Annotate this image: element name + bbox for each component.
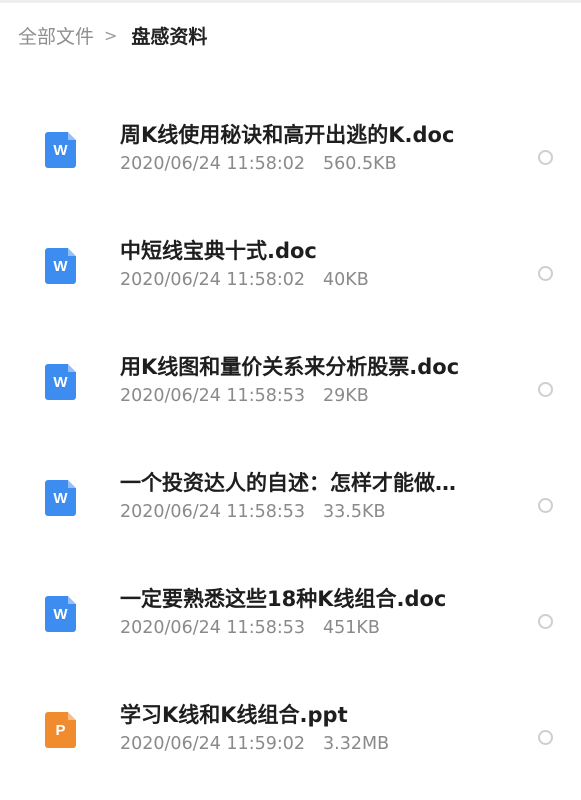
- file-date: 2020/06/24 11:58:53: [120, 618, 306, 638]
- file-name: 学习K线和K线组合.ppt: [120, 703, 348, 727]
- select-radio[interactable]: [538, 730, 553, 745]
- file-row[interactable]: P 学习K线和K线组合.ppt 2020/06/24 11:59:02 3.32M…: [0, 658, 581, 774]
- file-size: 3.32MB: [323, 734, 390, 754]
- file-meta: 2020/06/24 11:58:02 40KB: [120, 270, 369, 290]
- file-row[interactable]: W 周K线使用秘诀和高开出逃的K.doc 2020/06/24 11:58:02…: [0, 78, 581, 194]
- word-doc-icon: W: [45, 132, 76, 168]
- file-size: 40KB: [323, 270, 369, 290]
- file-name: 周K线使用秘诀和高开出逃的K.doc: [120, 123, 455, 147]
- word-doc-icon: W: [45, 480, 76, 516]
- select-radio[interactable]: [538, 266, 553, 281]
- file-date: 2020/06/24 11:58:02: [120, 270, 306, 290]
- select-radio[interactable]: [538, 498, 553, 513]
- top-divider: [0, 0, 581, 3]
- file-name: 一定要熟悉这些18种K线组合.doc: [120, 587, 447, 611]
- breadcrumb: 全部文件 > 盘感资料: [18, 20, 207, 50]
- file-meta: 2020/06/24 11:58:53 451KB: [120, 618, 380, 638]
- word-doc-icon: W: [45, 248, 76, 284]
- file-meta: 2020/06/24 11:58:53 33.5KB: [120, 502, 385, 522]
- word-doc-icon: W: [45, 364, 76, 400]
- file-row[interactable]: W 用K线图和量价关系来分析股票.doc 2020/06/24 11:58:53…: [0, 310, 581, 426]
- file-meta: 2020/06/24 11:59:02 3.32MB: [120, 734, 389, 754]
- breadcrumb-separator-icon: >: [104, 25, 118, 45]
- file-meta: 2020/06/24 11:58:02 560.5KB: [120, 154, 397, 174]
- file-name: 中短线宝典十式.doc: [120, 239, 317, 263]
- select-radio[interactable]: [538, 150, 553, 165]
- file-row[interactable]: W 中短线宝典十式.doc 2020/06/24 11:58:02 40KB: [0, 194, 581, 310]
- select-radio[interactable]: [538, 382, 553, 397]
- file-size: 29KB: [323, 386, 369, 406]
- file-list: W 周K线使用秘诀和高开出逃的K.doc 2020/06/24 11:58:02…: [0, 78, 581, 774]
- select-radio[interactable]: [538, 614, 553, 629]
- file-date: 2020/06/24 11:58:53: [120, 386, 306, 406]
- file-date: 2020/06/24 11:58:02: [120, 154, 306, 174]
- powerpoint-icon: P: [45, 712, 76, 748]
- file-meta: 2020/06/24 11:58:53 29KB: [120, 386, 369, 406]
- file-size: 451KB: [323, 618, 380, 638]
- file-size: 33.5KB: [323, 502, 386, 522]
- file-name: 用K线图和量价关系来分析股票.doc: [120, 355, 460, 379]
- breadcrumb-root-link[interactable]: 全部文件: [18, 22, 94, 49]
- file-date: 2020/06/24 11:58:53: [120, 502, 306, 522]
- file-date: 2020/06/24 11:59:02: [120, 734, 306, 754]
- breadcrumb-current-folder: 盘感资料: [131, 25, 208, 48]
- word-doc-icon: W: [45, 596, 76, 632]
- file-row[interactable]: W 一定要熟悉这些18种K线组合.doc 2020/06/24 11:58:53…: [0, 542, 581, 658]
- file-name: 一个投资达人的自述：怎样才能做…: [120, 471, 456, 495]
- file-row[interactable]: W 一个投资达人的自述：怎样才能做… 2020/06/24 11:58:53 33…: [0, 426, 581, 542]
- file-size: 560.5KB: [323, 154, 397, 174]
